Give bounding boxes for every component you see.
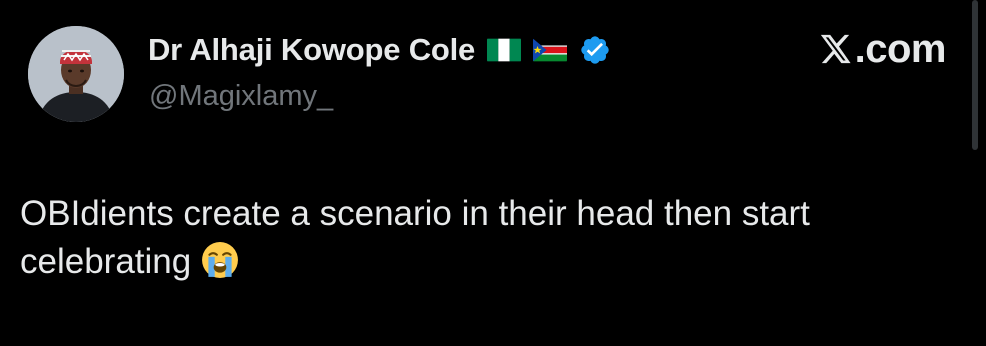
x-logo-icon: [817, 32, 853, 66]
loudly-crying-face-icon: [201, 241, 239, 279]
post-card: Dr Alhaji Kowope Cole @Magixlamy_ .com O…: [0, 0, 986, 346]
x-brand[interactable]: .com: [817, 26, 947, 71]
south-sudan-flag-icon: [533, 38, 568, 62]
post-body-text: OBIdients create a scenario in their hea…: [20, 194, 810, 281]
avatar-person-with-cap-icon: [28, 26, 124, 122]
author-avatar[interactable]: [28, 26, 124, 122]
post-text: OBIdients create a scenario in their hea…: [20, 190, 950, 286]
nigeria-flag-icon: [487, 38, 522, 62]
author-handle[interactable]: @Magixlamy_: [149, 80, 333, 113]
author-display-name[interactable]: Dr Alhaji Kowope Cole: [148, 32, 475, 68]
verified-badge-icon[interactable]: [579, 34, 611, 66]
scrollbar[interactable]: [972, 0, 978, 150]
brand-domain-label: .com: [854, 26, 947, 71]
author-name-row: Dr Alhaji Kowope Cole: [148, 30, 611, 70]
